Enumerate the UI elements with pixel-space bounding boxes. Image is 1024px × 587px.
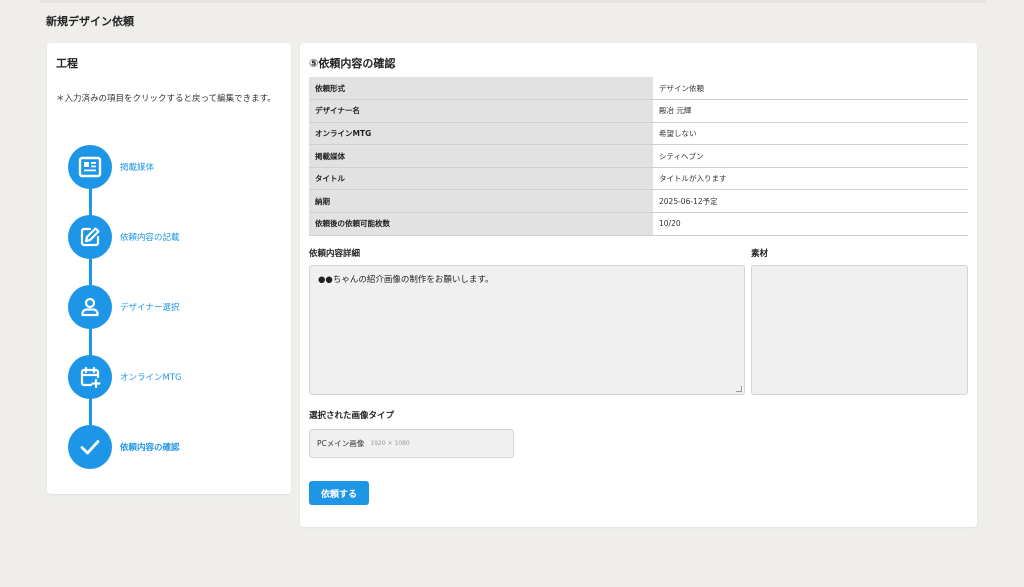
table-row: 依頼形式 デザイン依頼 bbox=[309, 77, 968, 101]
image-type-value: PCメイン画像 bbox=[317, 439, 365, 448]
table-row: タイトル タイトルが入ります bbox=[309, 167, 968, 191]
step-confirm[interactable]: 依頼内容の確認 bbox=[68, 425, 288, 469]
step-media[interactable]: 掲載媒体 bbox=[68, 145, 288, 189]
step-label-designer: デザイナー選択 bbox=[120, 303, 180, 313]
row-key: オンラインMTG bbox=[309, 122, 653, 146]
step-label-media: 掲載媒体 bbox=[120, 163, 155, 173]
detail-textarea[interactable]: ●●ちゃんの紹介画像の制作をお願いします。 bbox=[309, 265, 745, 395]
table-row: デザイナー名 殿冶 元輝 bbox=[309, 99, 968, 123]
table-row: 依頼後の依頼可能枚数 10/20 bbox=[309, 212, 968, 236]
row-value: シティヘブン bbox=[653, 144, 968, 168]
row-value: 10/20 bbox=[653, 212, 968, 236]
detail-label: 依頼内容詳細 bbox=[309, 249, 361, 259]
confirmation-heading: ⑤依頼内容の確認 bbox=[309, 57, 396, 70]
process-note: ＊入力済みの項目をクリックすると戻って編集できます。 bbox=[56, 94, 276, 104]
confirmation-card: ⑤依頼内容の確認 依頼形式 デザイン依頼 デザイナー名 殿冶 元輝 オンラインM… bbox=[300, 43, 977, 527]
table-row: オンラインMTG 希望しない bbox=[309, 122, 968, 146]
submit-request-button[interactable]: 依頼する bbox=[309, 481, 369, 505]
image-type-field[interactable]: PCメイン画像 1920 × 1080 bbox=[309, 429, 514, 458]
table-row: 納期 2025-06-12予定 bbox=[309, 189, 968, 214]
step-label-confirm: 依頼内容の確認 bbox=[120, 443, 180, 453]
image-size-value: 1920 × 1080 bbox=[370, 440, 410, 447]
row-key: デザイナー名 bbox=[309, 99, 653, 123]
row-key: 依頼形式 bbox=[309, 77, 653, 101]
step-request-details[interactable]: 依頼内容の記載 bbox=[68, 215, 288, 259]
check-icon bbox=[68, 425, 112, 469]
person-icon bbox=[68, 285, 112, 329]
row-key: 納期 bbox=[309, 189, 653, 214]
detail-text: ●●ちゃんの紹介画像の制作をお願いします。 bbox=[318, 275, 494, 285]
step-label-request-details: 依頼内容の記載 bbox=[120, 233, 180, 243]
row-key: 依頼後の依頼可能枚数 bbox=[309, 212, 653, 236]
page-title: 新規デザイン依頼 bbox=[46, 15, 134, 28]
newspaper-icon bbox=[68, 145, 112, 189]
resize-handle-icon[interactable] bbox=[736, 386, 742, 392]
table-row: 掲載媒体 シティヘブン bbox=[309, 144, 968, 168]
image-type-label: 選択された画像タイプ bbox=[309, 411, 395, 421]
row-value: 希望しない bbox=[653, 122, 968, 146]
process-card: 工程 ＊入力済みの項目をクリックすると戻って編集できます。 掲載媒体 依頼内容の… bbox=[47, 43, 291, 494]
top-divider bbox=[40, 0, 986, 3]
material-box[interactable] bbox=[751, 265, 968, 395]
step-designer[interactable]: デザイナー選択 bbox=[68, 285, 288, 329]
summary-table: 依頼形式 デザイン依頼 デザイナー名 殿冶 元輝 オンラインMTG 希望しない … bbox=[309, 77, 968, 236]
step-label-online-mtg: オンラインMTG bbox=[120, 373, 182, 383]
row-key: タイトル bbox=[309, 167, 653, 191]
row-value: タイトルが入ります bbox=[653, 167, 968, 191]
edit-icon bbox=[68, 215, 112, 259]
material-label: 素材 bbox=[751, 249, 769, 259]
row-value: 2025-06-12予定 bbox=[653, 189, 968, 214]
calendar-plus-icon bbox=[68, 355, 112, 399]
row-value: 殿冶 元輝 bbox=[653, 99, 968, 123]
process-heading: 工程 bbox=[56, 57, 78, 70]
row-value: デザイン依頼 bbox=[653, 77, 968, 101]
row-key: 掲載媒体 bbox=[309, 144, 653, 168]
step-online-mtg[interactable]: オンラインMTG bbox=[68, 355, 288, 399]
